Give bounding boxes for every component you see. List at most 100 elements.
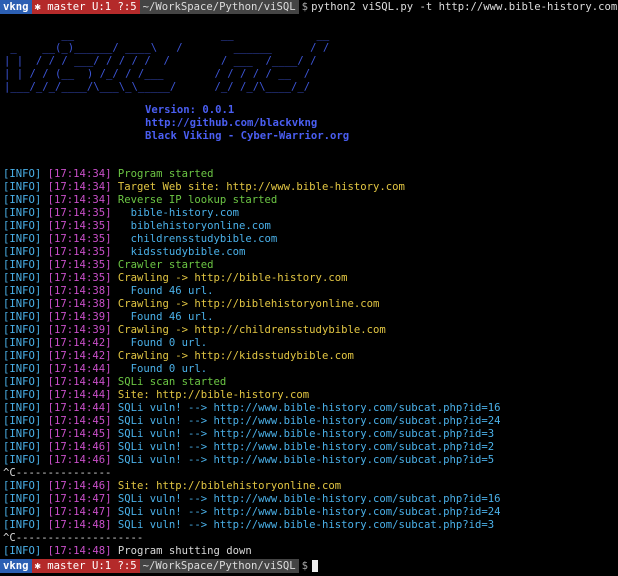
terminal-cursor[interactable] bbox=[312, 560, 319, 572]
log-timestamp: [17:14:46] bbox=[47, 441, 112, 453]
log-message: ^C-------------------- bbox=[3, 532, 144, 544]
git-branch-icon: ✱ bbox=[34, 560, 41, 572]
prompt-path: ~/WorkSpace/Python/viSQL bbox=[139, 559, 299, 573]
log-tag: [INFO] bbox=[3, 298, 42, 310]
log-message: Crawling -> http://kidsstudybible.com bbox=[117, 350, 354, 362]
log-tag: [INFO] bbox=[3, 480, 42, 492]
log-line: [INFO] [17:14:42] Found 0 url. bbox=[3, 337, 501, 350]
log-tag: [INFO] bbox=[3, 545, 42, 557]
log-timestamp: [17:14:45] bbox=[47, 415, 112, 427]
log-tag: [INFO] bbox=[3, 272, 42, 284]
log-message: ^C--------------- bbox=[3, 467, 112, 479]
log-message: Site: http://biblehistoryonline.com bbox=[117, 480, 342, 492]
prompt-user: vkng bbox=[0, 559, 32, 573]
github-link[interactable]: http://github.com/blackvkng bbox=[145, 117, 317, 130]
log-tag: [INFO] bbox=[3, 428, 42, 440]
log-message: Found 46 url. bbox=[117, 311, 214, 323]
log-tag: [INFO] bbox=[3, 493, 42, 505]
log-message: kidsstudybible.com bbox=[117, 246, 246, 258]
banner-row: _ __(_)______/ ____\ / ______ / / bbox=[4, 42, 330, 54]
log-tag: [INFO] bbox=[3, 168, 42, 180]
log-timestamp: [17:14:35] bbox=[47, 207, 112, 219]
ascii-banner: __ __ __ _ __(_)______/ ____\ / ______ /… bbox=[4, 29, 329, 94]
log-line: [INFO] [17:14:38] Found 46 url. bbox=[3, 285, 501, 298]
log-line: [INFO] [17:14:39] Crawling -> http://chi… bbox=[3, 324, 501, 337]
log-message: biblehistoryonline.com bbox=[117, 220, 271, 232]
log-timestamp: [17:14:44] bbox=[47, 363, 112, 375]
log-line: [INFO] [17:14:46] SQLi vuln! --> http://… bbox=[3, 441, 501, 454]
log-timestamp: [17:14:35] bbox=[47, 220, 112, 232]
log-timestamp: [17:14:44] bbox=[47, 376, 112, 388]
log-message: childrensstudybible.com bbox=[117, 233, 278, 245]
log-line: [INFO] [17:14:38] Crawling -> http://bib… bbox=[3, 298, 501, 311]
log-tag: [INFO] bbox=[3, 324, 42, 336]
log-line: ^C--------------- bbox=[3, 467, 501, 480]
log-line: [INFO] [17:14:34] Target Web site: http:… bbox=[3, 181, 501, 194]
log-line: ^C-------------------- bbox=[3, 532, 501, 545]
log-tag: [INFO] bbox=[3, 350, 42, 362]
prompt-user: vkng bbox=[0, 0, 32, 14]
log-message: Program shutting down bbox=[117, 545, 252, 557]
log-tag: [INFO] bbox=[3, 363, 42, 375]
log-message: Crawling -> http://biblehistoryonline.co… bbox=[117, 298, 380, 310]
log-tag: [INFO] bbox=[3, 220, 42, 232]
log-message: SQLi vuln! --> http://www.bible-history.… bbox=[117, 441, 495, 453]
log-tag: [INFO] bbox=[3, 285, 42, 297]
command-text[interactable]: python2 viSQL.py -t http://www.bible-his… bbox=[311, 0, 617, 14]
log-timestamp: [17:14:44] bbox=[47, 389, 112, 401]
log-timestamp: [17:14:35] bbox=[47, 272, 112, 284]
log-line: [INFO] [17:14:42] Crawling -> http://kid… bbox=[3, 350, 501, 363]
log-line: [INFO] [17:14:46] SQLi vuln! --> http://… bbox=[3, 454, 501, 467]
log-tag: [INFO] bbox=[3, 402, 42, 414]
log-line: [INFO] [17:14:35] childrensstudybible.co… bbox=[3, 233, 501, 246]
log-message: Site: http://bible-history.com bbox=[117, 389, 310, 401]
log-line: [INFO] [17:14:35] biblehistoryonline.com bbox=[3, 220, 501, 233]
log-timestamp: [17:14:47] bbox=[47, 506, 112, 518]
log-line: [INFO] [17:14:44] SQLi scan started bbox=[3, 376, 501, 389]
log-timestamp: [17:14:45] bbox=[47, 428, 112, 440]
log-message: Found 46 url. bbox=[117, 285, 214, 297]
log-tag: [INFO] bbox=[3, 519, 42, 531]
log-timestamp: [17:14:48] bbox=[47, 545, 112, 557]
log-timestamp: [17:14:42] bbox=[47, 337, 112, 349]
log-line: [INFO] [17:14:44] SQLi vuln! --> http://… bbox=[3, 402, 501, 415]
log-tag: [INFO] bbox=[3, 441, 42, 453]
log-line: [INFO] [17:14:45] SQLi vuln! --> http://… bbox=[3, 415, 501, 428]
log-timestamp: [17:14:44] bbox=[47, 402, 112, 414]
log-timestamp: [17:14:35] bbox=[47, 259, 112, 271]
log-line: [INFO] [17:14:44] Site: http://bible-his… bbox=[3, 389, 501, 402]
log-line: [INFO] [17:14:34] Reverse IP lookup star… bbox=[3, 194, 501, 207]
prompt-symbol: $ bbox=[301, 1, 309, 13]
log-message: SQLi scan started bbox=[117, 376, 227, 388]
log-tag: [INFO] bbox=[3, 376, 42, 388]
log-timestamp: [17:14:38] bbox=[47, 298, 112, 310]
log-tag: [INFO] bbox=[3, 415, 42, 427]
log-message: SQLi vuln! --> http://www.bible-history.… bbox=[117, 493, 501, 505]
log-tag: [INFO] bbox=[3, 181, 42, 193]
log-message: Found 0 url. bbox=[117, 363, 208, 375]
prompt-symbol: $ bbox=[301, 560, 309, 572]
log-tag: [INFO] bbox=[3, 207, 42, 219]
log-timestamp: [17:14:34] bbox=[47, 181, 112, 193]
log-line: [INFO] [17:14:35] bible-history.com bbox=[3, 207, 501, 220]
log-line: [INFO] [17:14:47] SQLi vuln! --> http://… bbox=[3, 506, 501, 519]
log-line: [INFO] [17:14:34] Program started bbox=[3, 168, 501, 181]
version-text: Version: 0.0.1 bbox=[145, 104, 235, 116]
log-timestamp: [17:14:47] bbox=[47, 493, 112, 505]
log-line: [INFO] [17:14:35] Crawler started bbox=[3, 259, 501, 272]
prompt-git-status: ✱ master U:1 ?:5 bbox=[31, 559, 140, 573]
log-message: SQLi vuln! --> http://www.bible-history.… bbox=[117, 415, 501, 427]
log-tag: [INFO] bbox=[3, 337, 42, 349]
author-text: Black Viking - Cyber-Warrior.org bbox=[145, 130, 350, 142]
log-tag: [INFO] bbox=[3, 506, 42, 518]
log-message: SQLi vuln! --> http://www.bible-history.… bbox=[117, 454, 495, 466]
log-line: [INFO] [17:14:45] SQLi vuln! --> http://… bbox=[3, 428, 501, 441]
log-line: [INFO] [17:14:35] Crawling -> http://bib… bbox=[3, 272, 501, 285]
log-timestamp: [17:14:35] bbox=[47, 233, 112, 245]
log-timestamp: [17:14:34] bbox=[47, 168, 112, 180]
log-message: SQLi vuln! --> http://www.bible-history.… bbox=[117, 402, 501, 414]
prompt-bottom[interactable]: vkng ✱ master U:1 ?:5 ~/WorkSpace/Python… bbox=[0, 559, 618, 573]
log-message: Target Web site: http://www.bible-histor… bbox=[117, 181, 405, 193]
log-line: [INFO] [17:14:48] SQLi vuln! --> http://… bbox=[3, 519, 501, 532]
log-line: [INFO] [17:14:47] SQLi vuln! --> http://… bbox=[3, 493, 501, 506]
